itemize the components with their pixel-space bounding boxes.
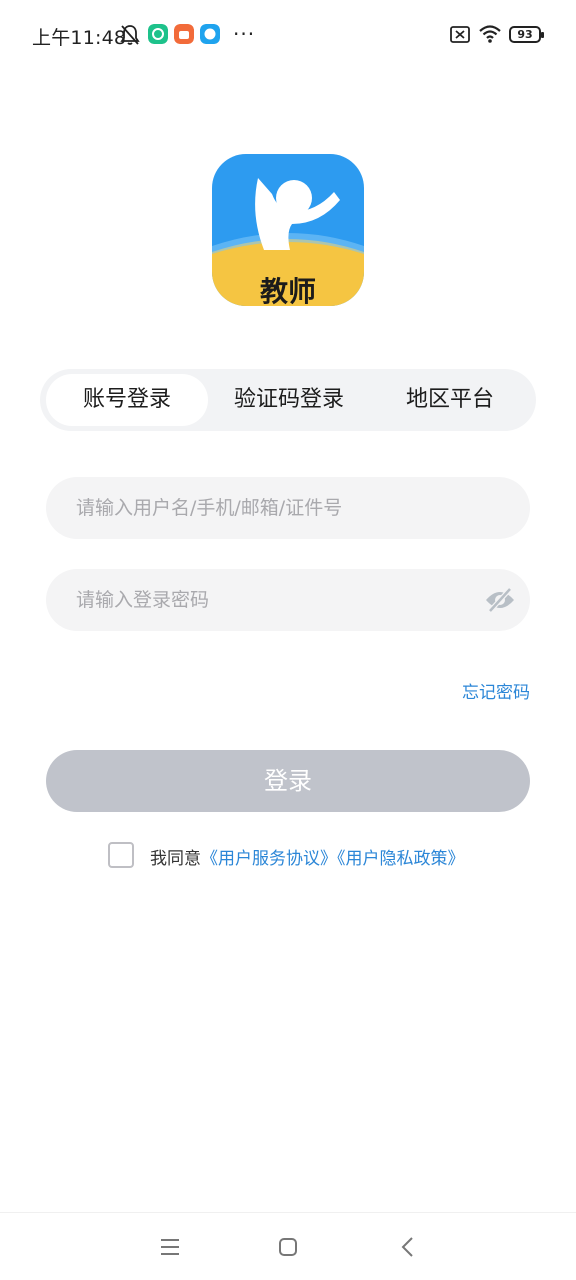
more-notifications-icon: ··· bbox=[233, 22, 256, 46]
app-logo: 教师 bbox=[212, 154, 364, 306]
agreement-checkbox[interactable] bbox=[108, 842, 134, 868]
menu-icon[interactable] bbox=[150, 1231, 190, 1263]
login-button[interactable]: 登录 bbox=[46, 750, 530, 812]
forgot-password-link[interactable]: 忘记密码 bbox=[420, 678, 530, 703]
status-time: 上午11:48 bbox=[32, 27, 127, 49]
username-field bbox=[46, 477, 530, 539]
no-sim-icon bbox=[450, 26, 470, 43]
username-input[interactable] bbox=[46, 477, 530, 539]
system-navigation-bar bbox=[0, 1212, 576, 1280]
tab-account-login[interactable]: 账号登录 bbox=[46, 374, 208, 426]
terms-of-service-link[interactable]: 《用户服务协议》 bbox=[201, 849, 337, 869]
app-notification-blue-icon bbox=[200, 24, 220, 44]
privacy-policy-link[interactable]: 《用户隐私政策》 bbox=[337, 849, 465, 869]
status-bar: 上午11:48 ··· 93 bbox=[0, 0, 576, 70]
mute-notifications-icon bbox=[120, 25, 140, 45]
tab-code-login[interactable]: 验证码登录 bbox=[208, 374, 370, 426]
login-method-tabs: 账号登录 验证码登录 地区平台 bbox=[40, 369, 536, 431]
back-icon[interactable] bbox=[388, 1231, 428, 1263]
agreement-text: 我同意《用户服务协议》《用户隐私政策》 bbox=[150, 844, 465, 869]
tab-region-platform[interactable]: 地区平台 bbox=[370, 374, 530, 426]
password-input[interactable] bbox=[46, 569, 530, 631]
app-notification-green-icon bbox=[148, 24, 168, 44]
app-notification-orange-icon bbox=[174, 24, 194, 44]
password-field bbox=[46, 569, 530, 631]
agreement-prefix: 我同意 bbox=[150, 849, 201, 869]
home-icon[interactable] bbox=[268, 1231, 308, 1263]
login-screen: 上午11:48 ··· 93 教师 账号登录 验证码登录 地区平台 请输入用户名… bbox=[0, 0, 576, 1280]
wifi-icon bbox=[479, 25, 501, 43]
eye-hidden-icon[interactable] bbox=[484, 586, 516, 614]
logo-label: 教师 bbox=[259, 275, 316, 306]
battery-indicator: 93 bbox=[509, 26, 544, 43]
